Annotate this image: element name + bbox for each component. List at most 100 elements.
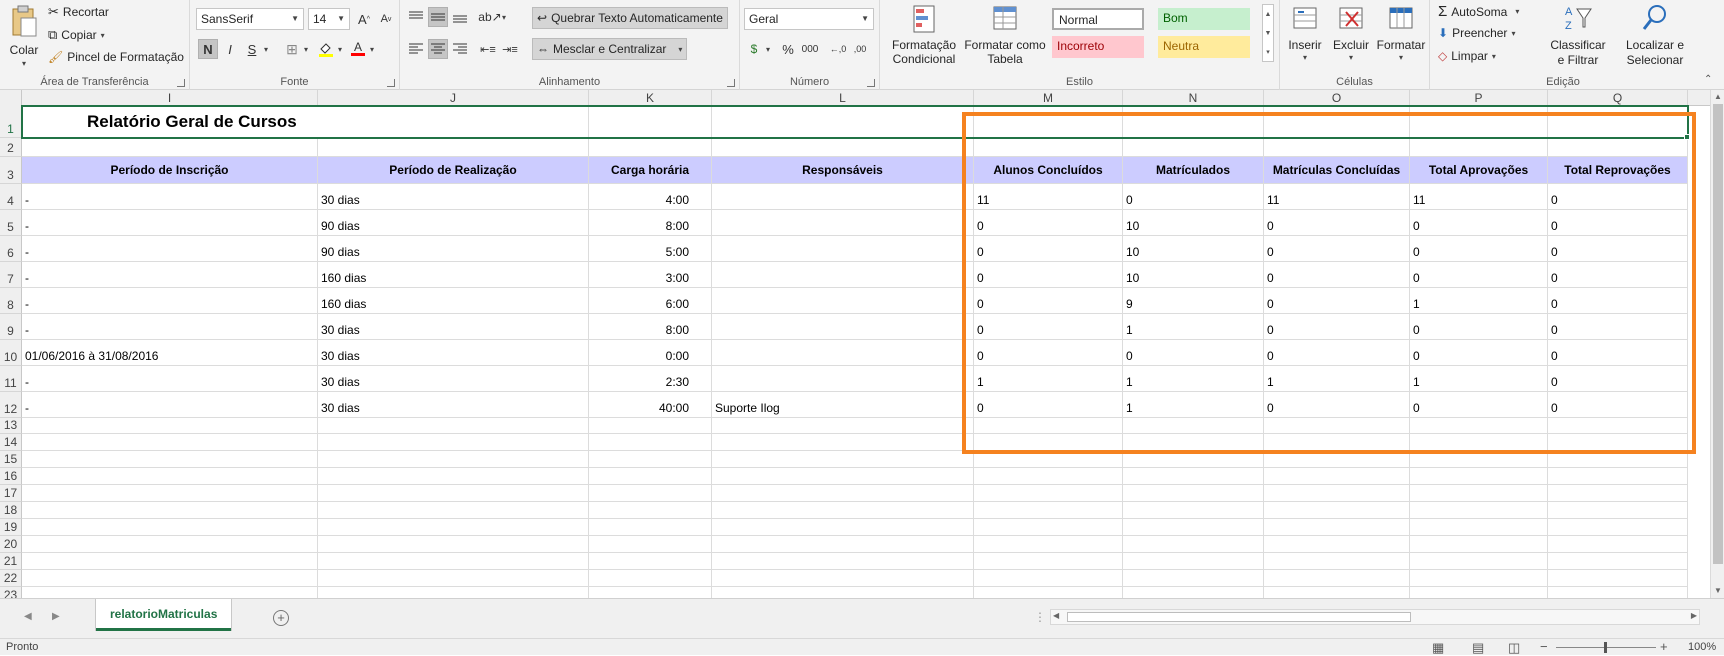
column-header[interactable]: J	[318, 90, 589, 106]
table-cell[interactable]: -	[22, 314, 318, 340]
bold-button[interactable]: N	[198, 39, 218, 59]
dialog-launcher-icon[interactable]	[177, 79, 185, 87]
underline-button[interactable]: S	[242, 39, 262, 59]
grid-cell[interactable]	[589, 553, 712, 570]
vertical-scroll-thumb[interactable]	[1713, 104, 1723, 564]
normal-view-icon[interactable]: ▦	[1432, 640, 1444, 656]
zoom-in-icon[interactable]: +	[1660, 639, 1668, 654]
column-title-cell[interactable]: Total Aprovações	[1410, 157, 1548, 184]
grid-cell[interactable]	[1410, 138, 1548, 157]
grid-cell[interactable]	[1410, 502, 1548, 519]
table-cell[interactable]: 0	[1264, 210, 1410, 236]
font-size-select[interactable]: 14 ▼	[308, 8, 350, 30]
grid-cell[interactable]	[974, 451, 1123, 468]
align-bottom-icon[interactable]	[450, 7, 470, 27]
row-header[interactable]: 14	[0, 434, 22, 451]
grid-cell[interactable]	[712, 587, 974, 598]
column-header[interactable]: L	[712, 90, 974, 106]
delete-button[interactable]: Excluir ▾	[1330, 4, 1372, 62]
wrap-text-button[interactable]: ↩ Quebrar Texto Automaticamente	[532, 7, 728, 29]
grid-cell[interactable]	[1264, 519, 1410, 536]
table-cell[interactable]: 0	[974, 210, 1123, 236]
table-cell[interactable]: 0	[1410, 392, 1548, 418]
grid-cell[interactable]	[1123, 451, 1264, 468]
grid-cell[interactable]	[1264, 570, 1410, 587]
decrease-indent-icon[interactable]: ⇤≡	[478, 39, 498, 59]
grid-cell[interactable]	[974, 587, 1123, 598]
table-cell[interactable]: 0	[1548, 262, 1688, 288]
text-orientation-icon[interactable]: ab↗	[478, 7, 501, 27]
chevron-down-icon[interactable]: ▾	[502, 13, 506, 22]
grid-cell[interactable]	[712, 451, 974, 468]
table-cell[interactable]: 90 dias	[318, 210, 589, 236]
row-header[interactable]: 19	[0, 519, 22, 536]
grid-cell[interactable]	[589, 536, 712, 553]
grid-cell[interactable]	[318, 519, 589, 536]
grid-cell[interactable]	[712, 138, 974, 157]
grid-cell[interactable]	[589, 570, 712, 587]
grid-cell[interactable]	[22, 536, 318, 553]
table-cell[interactable]: 40:00	[589, 392, 712, 418]
grid-cell[interactable]	[1264, 587, 1410, 598]
grid-cell[interactable]	[22, 468, 318, 485]
table-cell[interactable]: 1	[1264, 366, 1410, 392]
grid-cell[interactable]	[1410, 434, 1548, 451]
table-cell[interactable]	[712, 288, 974, 314]
find-select-button[interactable]: Localizar e Selecionar	[1618, 3, 1692, 68]
grid-cell[interactable]	[1548, 418, 1688, 434]
table-cell[interactable]	[712, 184, 974, 210]
chevron-down-icon[interactable]: ▾	[304, 45, 308, 54]
table-cell[interactable]: 10	[1123, 262, 1264, 288]
style-bad[interactable]: Incorreto	[1052, 36, 1144, 58]
fill-handle[interactable]	[1684, 134, 1690, 140]
percent-button[interactable]: %	[778, 39, 798, 59]
grid-cell[interactable]	[1123, 418, 1264, 434]
table-cell[interactable]: 0	[974, 340, 1123, 366]
row-header[interactable]: 4	[0, 184, 22, 210]
conditional-formatting-button[interactable]: Formatação Condicional	[884, 4, 964, 66]
grid-cell[interactable]	[589, 138, 712, 157]
table-cell[interactable]: 30 dias	[318, 340, 589, 366]
column-header[interactable]: O	[1264, 90, 1410, 106]
grid-cell[interactable]	[1410, 485, 1548, 502]
currency-icon[interactable]: $	[744, 39, 764, 59]
add-sheet-icon[interactable]: +	[273, 610, 289, 626]
tab-prev-icon[interactable]: ◀	[24, 611, 32, 622]
grid-cell[interactable]	[22, 485, 318, 502]
grid-cell[interactable]	[589, 587, 712, 598]
number-format-select[interactable]: Geral ▼	[744, 8, 874, 30]
row-header[interactable]: 15	[0, 451, 22, 468]
table-cell[interactable]: 30 dias	[318, 392, 589, 418]
table-cell[interactable]: Suporte Ilog	[712, 392, 974, 418]
grid-cell[interactable]	[712, 553, 974, 570]
grid-cell[interactable]	[1123, 468, 1264, 485]
table-cell[interactable]: 4:00	[589, 184, 712, 210]
dialog-launcher-icon[interactable]	[867, 79, 875, 87]
grid-cell[interactable]	[1123, 502, 1264, 519]
split-handle-icon[interactable]: ⋮	[1034, 610, 1046, 624]
chevron-down-icon[interactable]: ▾	[264, 45, 268, 54]
table-cell[interactable]: 6:00	[589, 288, 712, 314]
format-painter-button[interactable]: 🖌 Pincel de Formatação	[48, 50, 184, 64]
table-cell[interactable]: 30 dias	[318, 366, 589, 392]
grid-cell[interactable]	[1123, 587, 1264, 598]
table-cell[interactable]: -	[22, 262, 318, 288]
grid-cell[interactable]	[974, 138, 1123, 157]
grid-cell[interactable]	[1123, 138, 1264, 157]
grid-cell[interactable]	[22, 451, 318, 468]
grid-cell[interactable]	[1410, 570, 1548, 587]
row-header[interactable]: 20	[0, 536, 22, 553]
grid-cell[interactable]	[974, 418, 1123, 434]
table-cell[interactable]: 0	[1264, 392, 1410, 418]
grid-cell[interactable]	[1264, 468, 1410, 485]
table-cell[interactable]: 0:00	[589, 340, 712, 366]
grid-cell[interactable]	[22, 502, 318, 519]
table-cell[interactable]: 0	[1410, 262, 1548, 288]
increase-indent-icon[interactable]: ⇥≡	[500, 39, 520, 59]
format-cells-button[interactable]: Formatar ▾	[1376, 4, 1426, 62]
zoom-slider-thumb[interactable]	[1604, 642, 1607, 653]
grid-cell[interactable]	[1548, 536, 1688, 553]
row-header[interactable]: 10	[0, 340, 22, 366]
thousands-button[interactable]: 000	[800, 39, 820, 59]
decrease-font-icon[interactable]: Av	[376, 9, 396, 29]
